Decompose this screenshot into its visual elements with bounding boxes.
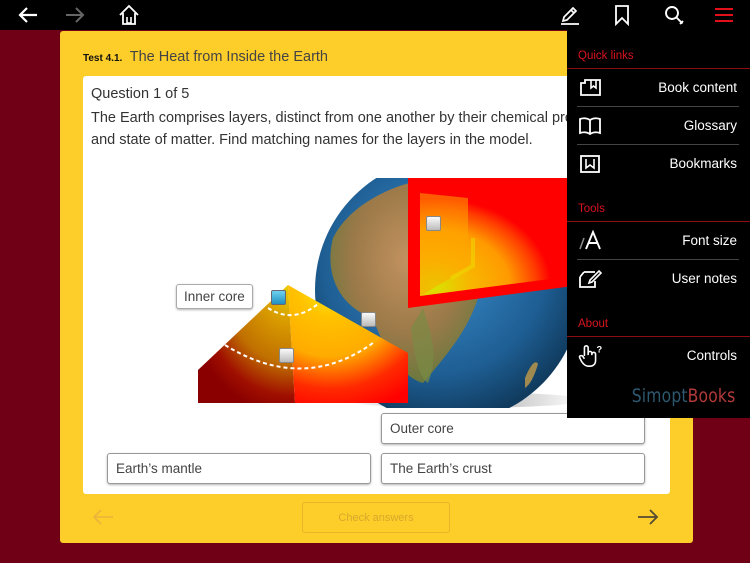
hamburger-menu-icon xyxy=(715,8,733,22)
menu-item-bookmarks[interactable]: Bookmarks xyxy=(577,145,739,182)
arrow-right-icon xyxy=(66,7,85,23)
arrow-left-icon xyxy=(92,509,113,525)
svg-text:?: ? xyxy=(597,344,603,354)
answer-crust[interactable]: The Earth’s crust xyxy=(381,453,645,484)
menu-item-label: Book content xyxy=(658,80,737,95)
next-question-button[interactable] xyxy=(636,505,660,529)
menu-item-label: User notes xyxy=(671,271,737,286)
bookmark-icon xyxy=(615,5,629,26)
placed-label-inner-core[interactable]: Inner core xyxy=(176,284,253,309)
back-button[interactable] xyxy=(15,3,41,27)
menu-item-user-notes[interactable]: User notes xyxy=(577,260,739,297)
quick-links-menu: Quick links Book content Glossary Bookma… xyxy=(567,30,750,418)
menu-item-label: Controls xyxy=(686,348,737,363)
user-notes-icon xyxy=(577,267,603,291)
pencil-icon xyxy=(561,6,579,25)
menu-item-book-content[interactable]: Book content xyxy=(577,69,739,106)
search-button[interactable] xyxy=(661,3,687,27)
menu-item-glossary[interactable]: Glossary xyxy=(577,107,739,144)
menu-item-label: Bookmarks xyxy=(669,156,737,171)
drop-target-outer-core[interactable] xyxy=(361,312,376,327)
arrow-right-icon xyxy=(638,509,659,525)
question-counter: Question 1 of 5 xyxy=(91,86,190,102)
brand-part-2: Books xyxy=(687,385,735,407)
home-button[interactable] xyxy=(116,3,142,27)
section-about: About xyxy=(578,318,609,330)
home-icon xyxy=(119,4,139,25)
font-size-icon xyxy=(577,229,603,253)
test-title: Test 4.1. The Heat from Inside the Earth xyxy=(83,48,328,66)
book-content-icon xyxy=(577,76,603,100)
notes-button[interactable] xyxy=(557,3,583,27)
check-answers-button[interactable]: Check answers xyxy=(302,502,450,533)
simoptbooks-logo: SimoptBooks xyxy=(631,385,735,407)
menu-item-font-size[interactable]: Font size xyxy=(577,222,739,259)
drop-target-mantle[interactable] xyxy=(279,348,294,363)
open-book-icon xyxy=(577,114,603,138)
section-quick-links: Quick links xyxy=(578,50,634,62)
search-icon xyxy=(665,6,684,25)
previous-question-button[interactable] xyxy=(91,505,115,529)
top-toolbar xyxy=(0,0,750,30)
drop-target-inner-core[interactable] xyxy=(271,290,286,305)
hand-question-icon: ? xyxy=(577,344,603,368)
bookmarks-icon xyxy=(577,152,603,176)
brand-part-1: Simopt xyxy=(631,385,688,407)
test-name: The Heat from Inside the Earth xyxy=(129,49,328,65)
menu-button[interactable] xyxy=(711,3,737,27)
menu-item-controls[interactable]: ? Controls xyxy=(577,337,739,374)
test-number: Test 4.1. xyxy=(83,53,123,64)
answer-mantle[interactable]: Earth’s mantle xyxy=(107,453,371,484)
section-tools: Tools xyxy=(578,203,605,215)
menu-item-label: Glossary xyxy=(683,118,737,133)
drop-target-crust[interactable] xyxy=(426,216,441,231)
bookmark-button[interactable] xyxy=(609,3,635,27)
arrow-left-icon xyxy=(18,7,37,23)
forward-button[interactable] xyxy=(62,3,88,27)
menu-item-label: Font size xyxy=(682,233,737,248)
